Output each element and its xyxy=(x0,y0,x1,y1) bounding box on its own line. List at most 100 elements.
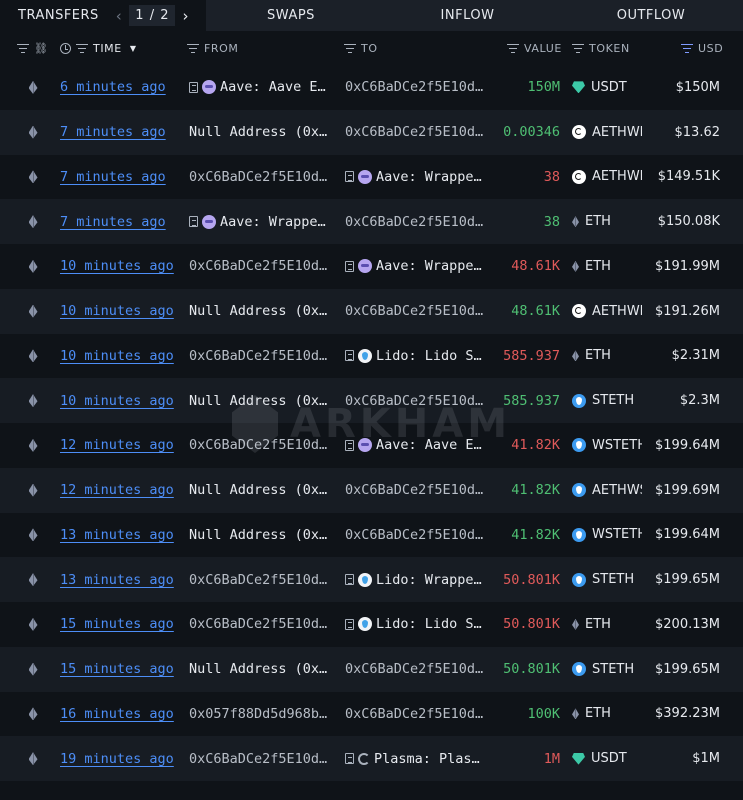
token-cell[interactable]: USDT xyxy=(572,65,642,110)
to-address[interactable]: Lido: Lido S… xyxy=(345,602,491,647)
time-link[interactable]: 7 minutes ago xyxy=(60,199,180,244)
token-cell[interactable]: ETH xyxy=(572,199,642,244)
table-row[interactable]: 15 minutes ago Null Address (0x… 0xC6BaDCe… xyxy=(0,646,743,692)
link-icon[interactable]: ⛓ xyxy=(34,42,49,55)
time-link[interactable]: 16 minutes ago xyxy=(60,692,180,737)
filter-icon[interactable] xyxy=(187,43,199,53)
tab-swaps[interactable]: SWAPS xyxy=(206,0,376,31)
filter-icon[interactable] xyxy=(17,43,29,53)
token-cell[interactable]: ETH xyxy=(572,334,642,379)
from-address[interactable]: Null Address (0x… xyxy=(189,110,335,155)
time-link[interactable]: 15 minutes ago xyxy=(60,602,180,647)
table-row[interactable]: 10 minutes ago Null Address (0x… 0xC6BaDCe… xyxy=(0,288,743,334)
header-token[interactable]: TOKEN xyxy=(572,31,630,65)
tab-outflow[interactable]: OUTFLOW xyxy=(559,0,743,31)
sort-desc-icon[interactable]: ▼ xyxy=(130,44,137,53)
token-cell[interactable]: AETHWE xyxy=(572,155,642,200)
filter-icon[interactable] xyxy=(681,43,693,53)
time-link[interactable]: 10 minutes ago xyxy=(60,378,180,423)
table-row[interactable]: 7 minutes ago Null Address (0x… 0xC6BaDCe2… xyxy=(0,109,743,155)
table-row[interactable]: 10 minutes ago 0xC6BaDCe2f5E10d… Aave: Wra… xyxy=(0,244,743,289)
from-address[interactable]: Null Address (0x… xyxy=(189,378,335,423)
token-cell[interactable]: STETH xyxy=(572,557,642,602)
to-address[interactable]: Plasma: Plas… xyxy=(345,736,491,781)
to-address[interactable]: Aave: Wrappe… xyxy=(345,244,491,289)
to-address[interactable]: 0xC6BaDCe2f5E10d… xyxy=(345,647,491,692)
time-link[interactable]: 13 minutes ago xyxy=(60,557,180,602)
time-link[interactable]: 13 minutes ago xyxy=(60,513,180,558)
time-link[interactable]: 15 minutes ago xyxy=(60,647,180,692)
header-from[interactable]: FROM xyxy=(187,31,239,65)
token-cell[interactable]: AETHWE xyxy=(572,110,642,155)
table-row[interactable]: 10 minutes ago 0xC6BaDCe2f5E10d… Lido: Lid… xyxy=(0,334,743,379)
tab-transfers[interactable]: TRANSFERS ‹ 1 / 2 › xyxy=(0,0,206,31)
from-address[interactable]: Aave: Wrappe… xyxy=(189,199,335,244)
from-address[interactable]: 0x057f88Dd5d968b… xyxy=(189,692,335,737)
to-address[interactable]: 0xC6BaDCe2f5E10d… xyxy=(345,692,491,737)
token-cell[interactable]: AETHWE xyxy=(572,289,642,334)
header-chain-filter[interactable]: ⛓ xyxy=(17,31,49,65)
token-cell[interactable]: ETH xyxy=(572,692,642,737)
token-cell[interactable]: WSTETH xyxy=(572,513,642,558)
table-row[interactable]: 10 minutes ago Null Address (0x… 0xC6BaDCe… xyxy=(0,378,743,423)
from-address[interactable]: Null Address (0x… xyxy=(189,513,335,558)
table-row[interactable]: 6 minutes ago Aave: Aave E… 0xC6BaDCe2f5E1… xyxy=(0,65,743,110)
time-link[interactable]: 10 minutes ago xyxy=(60,289,180,334)
from-address[interactable]: Null Address (0x… xyxy=(189,289,335,334)
header-value[interactable]: VALUE xyxy=(507,31,562,65)
time-link[interactable]: 6 minutes ago xyxy=(60,65,180,110)
header-time[interactable]: TIME ▼ xyxy=(60,31,137,65)
table-row[interactable]: 7 minutes ago 0xC6BaDCe2f5E10d… Aave: Wrap… xyxy=(0,155,743,200)
time-link[interactable]: 12 minutes ago xyxy=(60,468,180,513)
table-row[interactable]: 12 minutes ago 0xC6BaDCe2f5E10d… Aave: Aav… xyxy=(0,423,743,468)
to-address[interactable]: 0xC6BaDCe2f5E10d… xyxy=(345,65,491,110)
from-address[interactable]: Null Address (0x… xyxy=(189,468,335,513)
to-address[interactable]: 0xC6BaDCe2f5E10d… xyxy=(345,468,491,513)
to-address[interactable]: Lido: Lido S… xyxy=(345,334,491,379)
token-cell[interactable]: USDT xyxy=(572,736,642,781)
time-link[interactable]: 7 minutes ago xyxy=(60,155,180,200)
table-row[interactable]: 15 minutes ago 0xC6BaDCe2f5E10d… Lido: Lid… xyxy=(0,602,743,647)
from-address[interactable]: Aave: Aave E… xyxy=(189,65,335,110)
time-link[interactable]: 7 minutes ago xyxy=(60,110,180,155)
table-row[interactable]: 7 minutes ago Aave: Wrappe… 0xC6BaDCe2f5E1… xyxy=(0,199,743,244)
header-usd[interactable]: USD xyxy=(681,31,723,65)
from-address[interactable]: 0xC6BaDCe2f5E10d… xyxy=(189,155,335,200)
from-address[interactable]: 0xC6BaDCe2f5E10d… xyxy=(189,334,335,379)
token-cell[interactable]: AETHWS xyxy=(572,468,642,513)
token-cell[interactable]: ETH xyxy=(572,244,642,289)
token-cell[interactable]: ETH xyxy=(572,602,642,647)
table-row[interactable]: 19 minutes ago 0xC6BaDCe2f5E10d… Plasma: P… xyxy=(0,736,743,781)
to-address[interactable]: 0xC6BaDCe2f5E10d… xyxy=(345,378,491,423)
to-address[interactable]: 0xC6BaDCe2f5E10d… xyxy=(345,513,491,558)
from-address[interactable]: 0xC6BaDCe2f5E10d… xyxy=(189,602,335,647)
to-address[interactable]: Lido: Wrappe… xyxy=(345,557,491,602)
from-address[interactable]: 0xC6BaDCe2f5E10d… xyxy=(189,557,335,602)
time-link[interactable]: 10 minutes ago xyxy=(60,244,180,289)
filter-icon[interactable] xyxy=(507,43,519,53)
to-address[interactable]: 0xC6BaDCe2f5E10d… xyxy=(345,199,491,244)
time-link[interactable]: 12 minutes ago xyxy=(60,423,180,468)
from-address[interactable]: Null Address (0x… xyxy=(189,647,335,692)
from-address[interactable]: 0xC6BaDCe2f5E10d… xyxy=(189,423,335,468)
filter-icon[interactable] xyxy=(572,43,584,53)
token-cell[interactable]: WSTETH xyxy=(572,423,642,468)
filter-icon[interactable] xyxy=(76,43,88,53)
tab-inflow[interactable]: INFLOW xyxy=(376,0,559,31)
time-link[interactable]: 10 minutes ago xyxy=(60,334,180,379)
table-row[interactable]: 12 minutes ago Null Address (0x… 0xC6BaDCe… xyxy=(0,467,743,513)
token-cell[interactable]: STETH xyxy=(572,378,642,423)
token-cell[interactable]: STETH xyxy=(572,647,642,692)
chevron-right-icon[interactable]: › xyxy=(179,7,192,25)
from-address[interactable]: 0xC6BaDCe2f5E10d… xyxy=(189,244,335,289)
from-address[interactable]: 0xC6BaDCe2f5E10d… xyxy=(189,736,335,781)
to-address[interactable]: Aave: Wrappe… xyxy=(345,155,491,200)
to-address[interactable]: Aave: Aave E… xyxy=(345,423,491,468)
table-row[interactable]: 13 minutes ago Null Address (0x… 0xC6BaDCe… xyxy=(0,513,743,558)
table-row[interactable]: 13 minutes ago 0xC6BaDCe2f5E10d… Lido: Wra… xyxy=(0,557,743,602)
filter-icon[interactable] xyxy=(344,43,356,53)
time-link[interactable]: 19 minutes ago xyxy=(60,736,180,781)
table-row[interactable]: 16 minutes ago 0x057f88Dd5d968b… 0xC6BaDCe… xyxy=(0,692,743,737)
to-address[interactable]: 0xC6BaDCe2f5E10d… xyxy=(345,110,491,155)
header-to[interactable]: TO xyxy=(344,31,378,65)
